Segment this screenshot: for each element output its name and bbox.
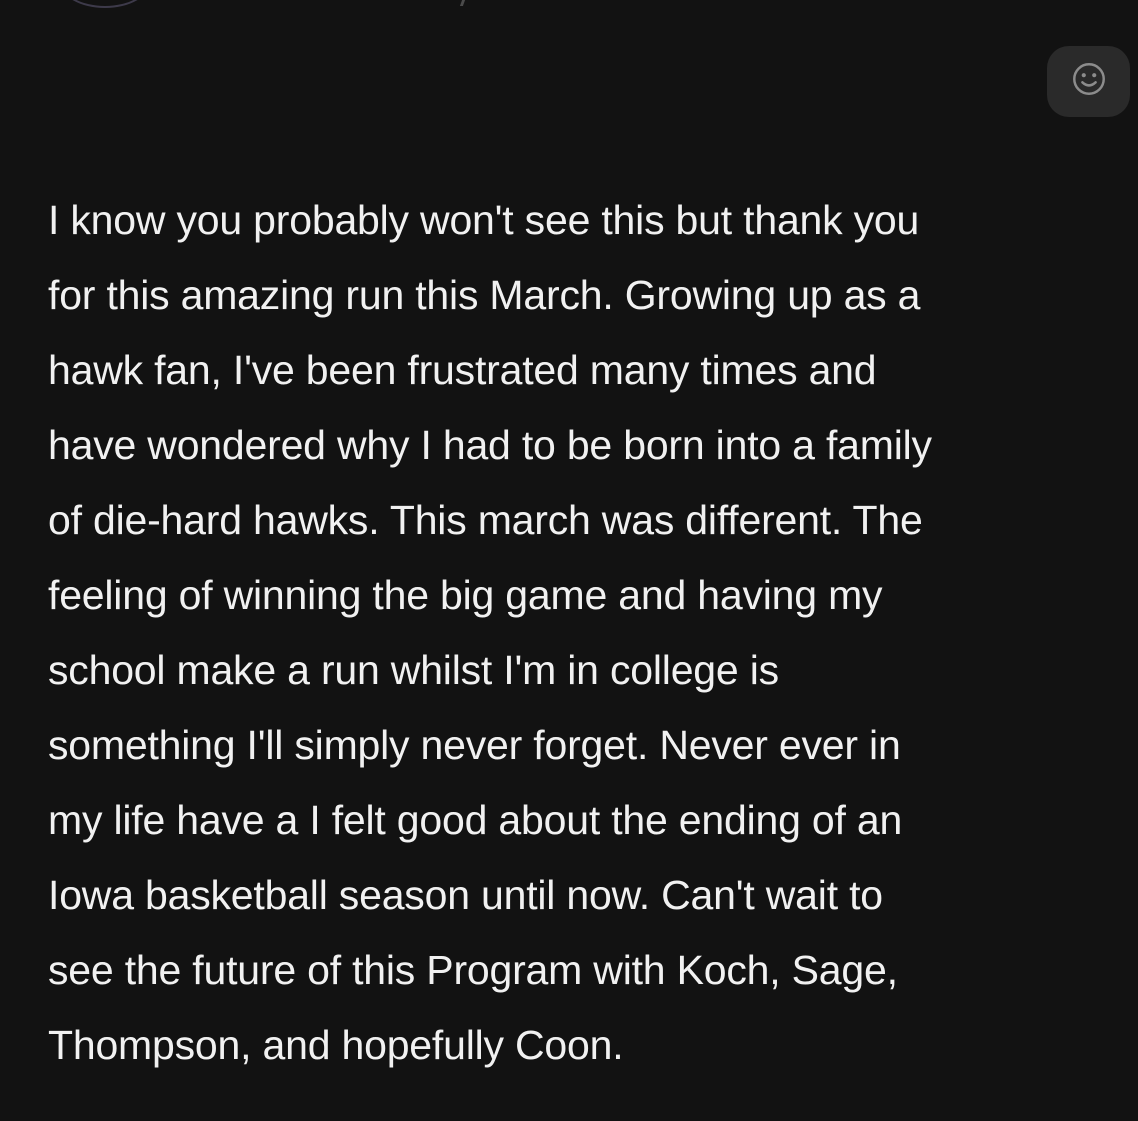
message-text: I know you probably won't see this but t… <box>48 197 932 1068</box>
smiley-face-icon <box>1070 60 1108 103</box>
avatar[interactable] <box>60 0 150 8</box>
header-divider <box>459 0 466 6</box>
add-reaction-button[interactable] <box>1047 46 1130 117</box>
